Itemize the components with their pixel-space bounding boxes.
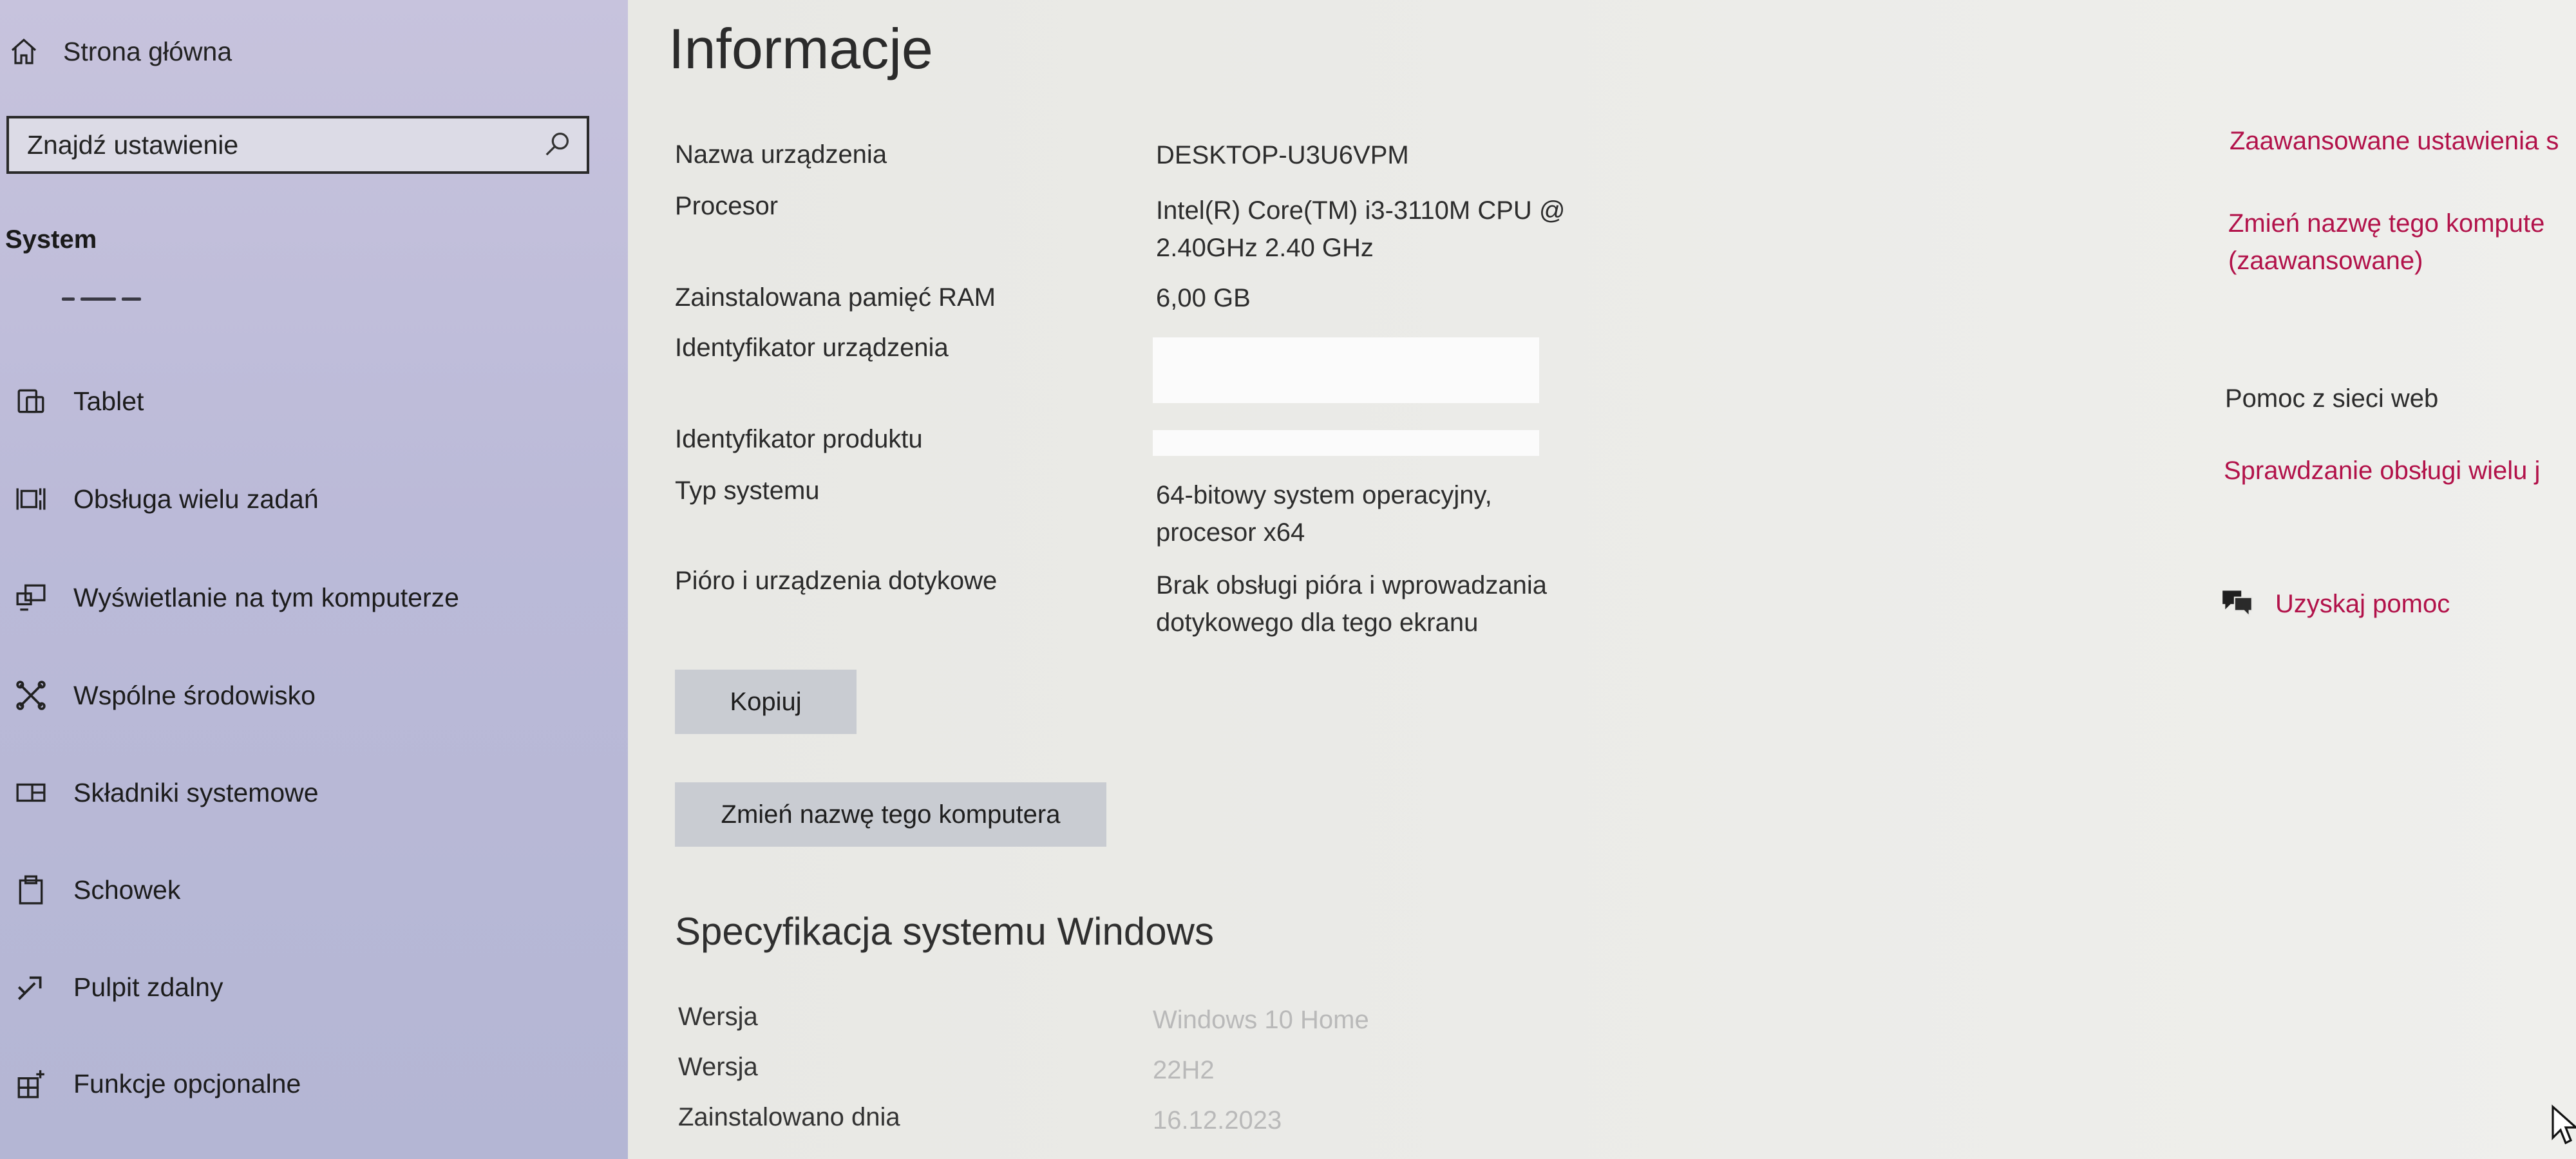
get-help-label: Uzyskaj pomoc xyxy=(2275,590,2450,618)
sidebar-item-tablet[interactable]: Tablet xyxy=(0,372,618,430)
advanced-settings-link[interactable]: Zaawansowane ustawienia s xyxy=(2230,122,2559,160)
processor-value-line2: 2.40GHz 2.40 GHz xyxy=(1156,234,1374,262)
sidebar-item-label: Funkcje opcjonalne xyxy=(73,1068,301,1098)
page-title: Informacje xyxy=(668,17,933,80)
device-name-value: DESKTOP-U3U6VPM xyxy=(1156,141,1409,169)
version-value: 22H2 xyxy=(1153,1056,1215,1084)
system-type-label: Typ systemu xyxy=(675,476,820,505)
sidebar-item-label: Tablet xyxy=(73,386,144,416)
help-chat-icon xyxy=(2219,586,2256,623)
spec-section-title: Specyfikacja systemu Windows xyxy=(675,910,1214,953)
pen-touch-line2: dotykowego dla tego ekranu xyxy=(1156,608,1479,637)
multitasking-icon xyxy=(5,483,57,515)
system-components-icon xyxy=(5,777,57,809)
sidebar-item-label: Składniki systemowe xyxy=(73,777,319,807)
sidebar-item-label: Obsługa wielu zadań xyxy=(73,484,319,514)
home-icon xyxy=(6,34,41,69)
optional-features-icon xyxy=(5,1068,57,1100)
pen-touch-line1: Brak obsługi pióra i wprowadzania xyxy=(1156,571,1547,599)
pen-touch-label: Pióro i urządzenia dotykowe xyxy=(675,567,998,595)
processor-label: Procesor xyxy=(675,192,779,220)
sidebar-item-system-components[interactable]: Składniki systemowe xyxy=(0,764,618,822)
shared-experiences-icon xyxy=(5,679,57,711)
sidebar-item-projecting[interactable]: Wyświetlanie na tym komputerze xyxy=(0,569,618,627)
sidebar-item-remote-desktop[interactable]: Pulpit zdalny xyxy=(0,958,618,1016)
rename-advanced-link-line1[interactable]: Zmień nazwę tego kompute xyxy=(2228,205,2544,242)
sidebar-item-partial[interactable] xyxy=(62,297,158,301)
remote-desktop-icon xyxy=(5,971,57,1003)
device-name-label: Nazwa urządzenia xyxy=(675,140,887,169)
section-title: System xyxy=(5,225,97,254)
copy-button[interactable]: Kopiuj xyxy=(675,670,857,734)
system-type-line1: 64-bitowy system operacyjny, xyxy=(1156,481,1492,509)
rename-pc-button[interactable]: Zmień nazwę tego komputera xyxy=(675,782,1106,847)
get-help-link[interactable]: Uzyskaj pomoc xyxy=(2219,586,2450,623)
search-icon[interactable] xyxy=(543,129,573,162)
installed-on-value: 16.12.2023 xyxy=(1153,1106,1282,1135)
ram-label: Zainstalowana pamięć RAM xyxy=(675,283,996,312)
sidebar-item-label: Pulpit zdalny xyxy=(73,972,223,1002)
search-placeholder: Znajdź ustawienie xyxy=(27,129,239,160)
edition-value: Windows 10 Home xyxy=(1153,1006,1369,1034)
sidebar-item-multitasking[interactable]: Obsługa wielu zadań xyxy=(0,470,618,528)
sidebar-item-label: Wyświetlanie na tym komputerze xyxy=(73,582,459,612)
nav-home-label: Strona główna xyxy=(63,36,232,66)
nav-home[interactable]: Strona główna xyxy=(6,26,612,77)
version-label: Wersja xyxy=(678,1053,758,1081)
product-id-label: Identyfikator produktu xyxy=(675,425,923,453)
sidebar-item-shared-experiences[interactable]: Wspólne środowisko xyxy=(0,666,618,724)
projecting-icon xyxy=(5,581,57,614)
device-id-redacted xyxy=(1153,337,1539,403)
installed-on-label: Zainstalowano dnia xyxy=(678,1103,900,1131)
web-help-heading: Pomoc z sieci web xyxy=(2225,384,2439,413)
sidebar-item-label: Schowek xyxy=(73,874,181,905)
edition-label: Wersja xyxy=(678,1003,758,1031)
mouse-cursor-icon xyxy=(2550,1104,2576,1149)
rename-advanced-link-line2[interactable]: (zaawansowane) xyxy=(2228,242,2423,279)
sidebar-item-optional-features[interactable]: Funkcje opcjonalne xyxy=(0,1055,618,1113)
system-type-line2: procesor x64 xyxy=(1156,518,1305,547)
main-content: Informacje Nazwa urządzenia DESKTOP-U3U6… xyxy=(628,0,2576,1159)
search-input[interactable]: Znajdź ustawienie xyxy=(6,116,589,174)
product-id-redacted xyxy=(1153,430,1539,456)
sidebar-item-label: Wspólne środowisko xyxy=(73,680,316,710)
processor-value-line1: Intel(R) Core(TM) i3-3110M CPU @ xyxy=(1156,196,1566,225)
tablet-icon xyxy=(5,385,57,417)
ram-value: 6,00 GB xyxy=(1156,284,1251,312)
clipboard-icon xyxy=(5,874,57,906)
device-id-label: Identyfikator urządzenia xyxy=(675,334,949,362)
sidebar: Strona główna Znajdź ustawienie System T… xyxy=(0,0,628,1159)
multi-check-link[interactable]: Sprawdzanie obsługi wielu j xyxy=(2224,452,2540,489)
sidebar-item-clipboard[interactable]: Schowek xyxy=(0,861,618,919)
